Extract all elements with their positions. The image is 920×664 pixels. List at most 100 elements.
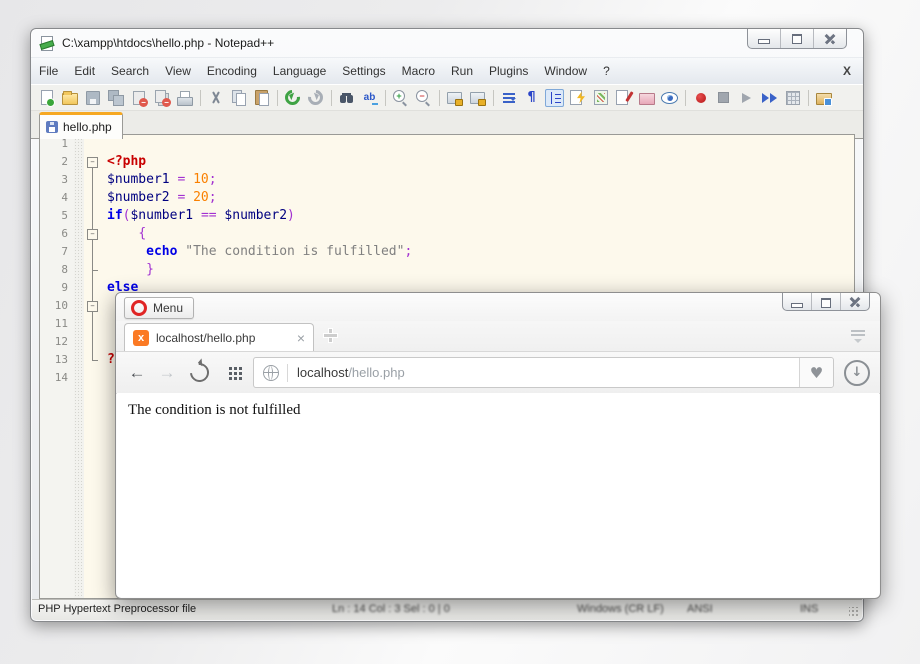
menu-close-document[interactable]: X [843,64,851,78]
menu-search[interactable]: Search [103,59,157,83]
doc-map-icon[interactable] [591,89,610,107]
fold-collapse-icon[interactable]: − [87,157,98,168]
cut-icon[interactable] [206,89,225,107]
close-button[interactable] [813,29,846,48]
tab-menu-icon[interactable] [850,329,866,345]
opera-menu-button[interactable]: Menu [124,297,195,319]
menu-run[interactable]: Run [443,59,481,83]
opera-close-button[interactable] [840,293,869,310]
close-doc-icon[interactable] [129,89,148,107]
fold-margin[interactable]: − [84,225,102,243]
find-icon[interactable] [337,89,356,107]
opera-maximize-button[interactable] [811,293,840,310]
code-line[interactable]: 8 } [40,261,854,279]
open-folder-icon[interactable] [60,89,79,107]
address-bar[interactable]: localhost/hello.php ♥ [253,357,834,388]
menu-encoding[interactable]: Encoding [199,59,265,83]
menu-window[interactable]: Window [536,59,595,83]
zoom-in-icon[interactable] [391,89,410,107]
notepad-title: C:\xampp\htdocs\hello.php - Notepad++ [62,36,275,50]
new-tab-button[interactable] [324,329,337,342]
sync-h-icon[interactable] [468,89,487,107]
doc-switcher-icon[interactable] [637,89,656,107]
paste-icon[interactable] [252,89,271,107]
macro-play-icon[interactable] [737,89,756,107]
toolbar-separator [808,89,809,106]
explorer-icon[interactable] [814,89,833,107]
replace-icon[interactable] [360,89,379,107]
opera-tab-localhost[interactable]: x localhost/hello.php × [124,323,314,351]
copy-icon[interactable] [229,89,248,107]
code-line[interactable]: 6 − { [40,225,854,243]
menu-plugins[interactable]: Plugins [481,59,536,83]
macro-save-icon[interactable] [783,89,802,107]
word-wrap-icon[interactable] [499,89,518,107]
opera-titlebar[interactable]: Menu [116,293,880,321]
url-text[interactable]: localhost/hello.php [297,365,405,380]
new-file-icon[interactable] [37,89,56,107]
code-line[interactable]: 1 [40,135,854,153]
code-line[interactable]: 5 if($number1 == $number2) [40,207,854,225]
code-line[interactable]: 7 echo "The condition is fulfilled"; [40,243,854,261]
speed-dial-icon[interactable] [229,367,232,370]
xampp-favicon-icon: x [133,329,149,346]
monitoring-icon[interactable] [660,89,679,107]
fold-collapse-icon[interactable]: − [87,229,98,240]
fold-margin [84,369,102,387]
fold-margin [84,189,102,207]
forward-button: → [158,362,176,382]
opera-minimize-button[interactable] [783,293,811,310]
maximize-button[interactable] [780,29,813,48]
close-all-icon[interactable] [152,89,171,107]
fold-collapse-icon[interactable]: − [87,301,98,312]
back-button[interactable]: ← [122,363,152,383]
tab-hello-php[interactable]: hello.php [39,112,123,139]
download-button[interactable]: ↓ [844,359,870,386]
site-badge-icon[interactable] [263,364,279,381]
opera-menu-label: Menu [153,301,184,315]
macro-record-icon[interactable] [691,89,710,107]
toolbar-separator [200,89,201,106]
sync-v-icon[interactable] [445,89,464,107]
menu-language[interactable]: Language [265,59,334,83]
bookmark-heart-button[interactable]: ♥ [799,358,833,387]
undo-icon[interactable] [283,89,302,107]
menu-file[interactable]: File [31,59,66,83]
tab-close-icon[interactable]: × [297,331,305,345]
menu-[interactable]: ? [595,59,618,83]
code-text: { [138,226,147,241]
menu-edit[interactable]: Edit [66,59,103,83]
redo-icon[interactable] [306,89,325,107]
save-icon[interactable] [83,89,102,107]
code-line[interactable]: 2 − <?php [40,153,854,171]
indent-guide-icon[interactable] [545,88,564,107]
reload-button[interactable] [186,359,213,386]
func-completion-icon[interactable] [568,89,587,107]
fold-margin [84,261,102,279]
zoom-out-icon[interactable] [414,89,433,107]
notepad-titlebar[interactable]: C:\xampp\htdocs\hello.php - Notepad++ [31,29,863,57]
toolbar-separator [331,89,332,106]
code-line[interactable]: 4 $number2 = 20; [40,189,854,207]
fold-margin [84,351,102,369]
macro-run-multi-icon[interactable] [760,89,779,107]
show-symbols-icon[interactable] [522,89,541,107]
opera-address-toolbar: ← → localhost/hello.php ♥ ↓ [116,351,880,394]
fold-margin[interactable]: − [84,153,102,171]
save-all-icon[interactable] [106,89,125,107]
macro-stop-icon[interactable] [714,89,733,107]
code-line[interactable]: 3 $number1 = 10; [40,171,854,189]
status-insert-mode: INS [800,603,819,615]
menu-view[interactable]: View [157,59,199,83]
print-icon[interactable] [175,89,194,107]
func-list-icon[interactable] [614,89,633,107]
menu-settings[interactable]: Settings [334,59,393,83]
opera-window-controls [782,293,870,311]
resize-grip[interactable] [849,607,859,617]
menu-macro[interactable]: Macro [394,59,443,83]
fold-margin[interactable]: − [84,297,102,315]
minimize-button[interactable] [748,29,780,48]
fold-margin [84,315,102,333]
